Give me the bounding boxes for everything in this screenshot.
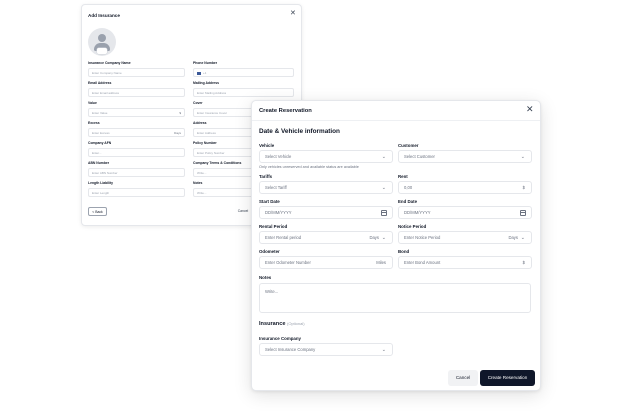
insurance-title: Insurance (259, 321, 286, 327)
chevron-down-icon[interactable]: ⌄ (521, 232, 525, 244)
avatar-upload[interactable] (88, 28, 116, 56)
odometer-input[interactable]: Enter Odometer Number Miles (259, 256, 393, 269)
terms-label: Company Terms & Conditions (193, 161, 242, 165)
calendar-icon[interactable] (381, 210, 387, 216)
tariffs-placeholder: Select Tariff (265, 185, 287, 190)
cancel-button[interactable]: Cancel (448, 370, 478, 386)
mailing-label: Mailing Address (193, 81, 220, 85)
close-icon[interactable]: ✕ (526, 105, 534, 114)
rent-label: Rent (398, 174, 408, 179)
start-date-label: Start Date (259, 199, 280, 204)
avatar-icon (98, 34, 106, 42)
bond-placeholder: Enter Bond Amount (404, 260, 441, 265)
tariffs-select[interactable]: Select Tariff ⌄ (259, 181, 393, 194)
modal-header: Create Reservation ✕ (252, 101, 540, 121)
customer-placeholder: Select Customer (404, 154, 435, 159)
end-date-label: End Date (398, 199, 418, 204)
insurance-company-select[interactable]: Select Insurance Company ⌄ (259, 343, 393, 356)
back-button[interactable]: < Back (88, 207, 107, 216)
vehicle-hint: Only vehicles unreserved and available s… (259, 165, 359, 169)
notice-period-suffix: Days (508, 235, 518, 240)
camera-icon (97, 48, 107, 54)
insurance-optional: (Optional) (287, 321, 305, 326)
vehicle-placeholder: Select Vehicle (265, 154, 292, 159)
insurance-modal-title: Add Insurance (88, 13, 120, 18)
excess-input[interactable]: Enter Excess Days (88, 128, 185, 137)
odometer-suffix: Miles (376, 260, 386, 265)
abn-label: ABN Number (88, 161, 110, 165)
chevron-down-icon: ⌄ (520, 154, 525, 160)
phone-input[interactable]: +1 (193, 68, 294, 77)
end-date-placeholder: DD/MM/YYYY (404, 210, 431, 215)
tariffs-label: Tariffs (259, 174, 273, 179)
odometer-placeholder: Enter Odometer Number (265, 260, 311, 265)
company-afn-input[interactable]: Enter... (88, 148, 185, 157)
insurance-section-title: Insurance (Optional) (259, 321, 305, 327)
ins-notes-label: Notes (193, 181, 203, 185)
rent-suffix: $ (522, 185, 525, 190)
excess-suffix: Days (174, 131, 181, 135)
cover-label: Cover (193, 101, 203, 105)
rental-period-placeholder: Enter Rental period (265, 235, 302, 240)
value-input[interactable]: Enter Value $ (88, 108, 185, 117)
customer-select[interactable]: Select Customer ⌄ (398, 150, 532, 163)
company-name-input[interactable]: Enter Company Name (88, 68, 185, 77)
notes-label: Notes (259, 275, 272, 280)
notice-period-input[interactable]: Enter Notice Period Days ⌄ (398, 231, 532, 244)
vehicle-select[interactable]: Select Vehicle ⌄ (259, 150, 393, 163)
length-liability-label: Length Liability (88, 181, 114, 185)
notice-period-label: Notice Period (398, 224, 427, 229)
rental-period-input[interactable]: Enter Rental period Days ⌄ (259, 231, 393, 244)
rent-input[interactable]: 0,00 $ (398, 181, 532, 194)
close-icon[interactable]: ✕ (290, 10, 296, 17)
bond-suffix: $ (522, 260, 525, 265)
phone-value: +1 (203, 71, 207, 75)
excess-placeholder: Enter Excess (92, 131, 110, 135)
email-label: Email Address (88, 81, 112, 85)
insurance-company-placeholder: Select Insurance Company (265, 347, 316, 352)
start-date-placeholder: DD/MM/YYYY (265, 210, 292, 215)
chevron-down-icon[interactable]: ⌄ (382, 232, 386, 244)
phone-label: Phone Number (193, 61, 218, 65)
start-date-input[interactable]: DD/MM/YYYY (259, 206, 393, 219)
address-label: Address (193, 121, 207, 125)
insurance-company-label: Insurance Company (259, 336, 301, 341)
bond-input[interactable]: Enter Bond Amount $ (398, 256, 532, 269)
bond-label: Bond (398, 249, 410, 254)
company-afn-label: Company AFN (88, 141, 112, 145)
flag-icon (197, 71, 201, 75)
notes-textarea[interactable]: Write... (259, 283, 531, 313)
rental-period-label: Rental Period (259, 224, 288, 229)
rent-value: 0,00 (404, 185, 413, 190)
create-reservation-button[interactable]: Create Reservation (480, 370, 535, 386)
end-date-input[interactable]: DD/MM/YYYY (398, 206, 532, 219)
value-label: Value (88, 101, 97, 105)
mailing-input[interactable]: Enter Mailing Address (193, 88, 294, 97)
length-liability-input[interactable]: Enter Length (88, 188, 185, 197)
reservation-modal-title: Create Reservation (259, 108, 312, 114)
chevron-down-icon: ⌄ (381, 185, 386, 191)
odometer-label: Odometer (259, 249, 280, 254)
value-suffix: $ (179, 111, 181, 115)
excess-label: Excess (88, 121, 100, 125)
policy-number-label: Policy Number (193, 141, 217, 145)
notice-period-placeholder: Enter Notice Period (404, 235, 441, 240)
company-name-label: Insurance Company Name (88, 61, 131, 65)
chevron-down-icon: ⌄ (381, 154, 386, 160)
vehicle-label: Vehicle (259, 143, 275, 148)
customer-label: Customer (398, 143, 419, 148)
abn-input[interactable]: Enter ABN Number (88, 168, 185, 177)
email-input[interactable]: Enter Email address (88, 88, 185, 97)
create-reservation-modal: Create Reservation ✕ Date & Vehicle info… (251, 100, 541, 391)
section-title: Date & Vehicle information (259, 128, 340, 135)
value-placeholder: Enter Value (92, 111, 108, 115)
calendar-icon[interactable] (520, 210, 526, 216)
chevron-down-icon: ⌄ (381, 347, 386, 353)
rental-period-suffix: Days (369, 235, 379, 240)
